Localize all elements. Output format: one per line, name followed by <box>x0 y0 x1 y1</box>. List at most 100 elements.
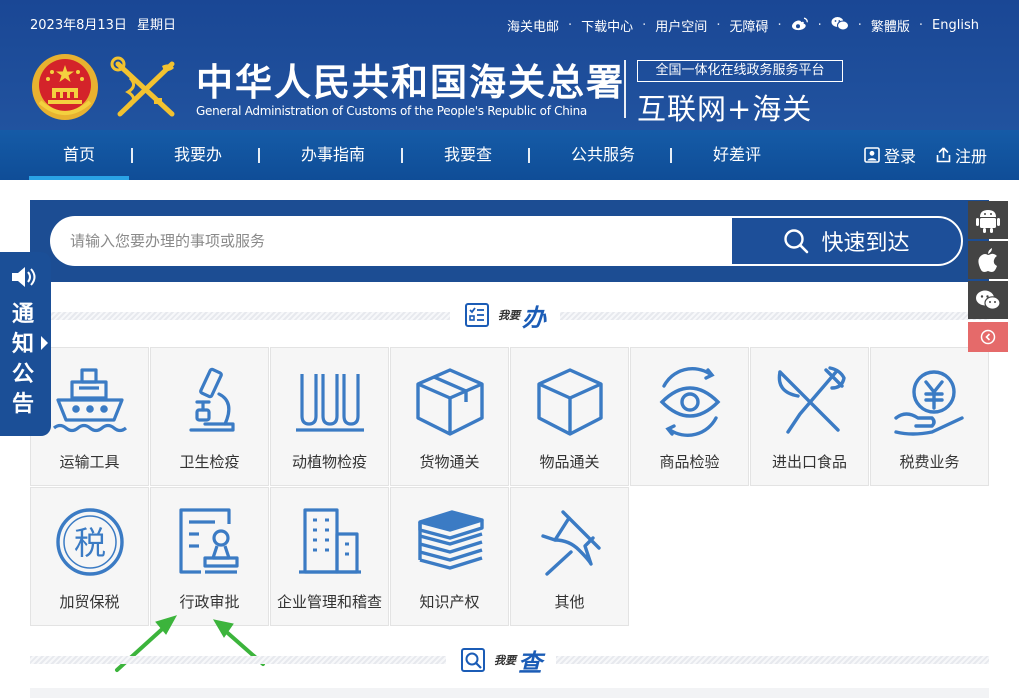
register-label: 注册 <box>955 147 988 166</box>
service-tile-import-export-food[interactable]: 进出口食品 <box>750 347 869 486</box>
platform-name: 互联网+海关 <box>637 92 813 126</box>
service-label: 进出口食品 <box>771 453 847 471</box>
service-tile-commodity-inspection[interactable]: 商品检验 <box>630 347 749 486</box>
service-label: 动植物检疫 <box>291 453 367 471</box>
service-label: 行政审批 <box>179 593 240 611</box>
current-date: 2023年8月13日 星期日 <box>30 14 176 33</box>
section-title-big: 办 <box>522 303 546 332</box>
site-title-cn[interactable]: 中华人民共和国海关总署 <box>196 52 625 106</box>
login-button[interactable]: 登录 <box>864 130 916 180</box>
weibo-icon[interactable] <box>791 17 809 35</box>
ios-app-button[interactable] <box>968 241 1008 279</box>
site-title-en: General Administration of Customs of the… <box>196 104 587 118</box>
login-label: 登录 <box>884 147 917 166</box>
nav-separator <box>670 148 672 163</box>
eye-scan-icon <box>631 366 748 438</box>
customs-logo-icon[interactable] <box>110 56 182 122</box>
user-space-link[interactable]: 用户空间 <box>655 16 707 35</box>
register-button[interactable]: 注册 <box>936 130 987 180</box>
weekday-text: 星期日 <box>137 18 177 33</box>
collapse-float-button[interactable] <box>968 322 1008 352</box>
traditional-chinese-link[interactable]: 繁體版 <box>871 16 910 35</box>
notice-tab[interactable]: 通知公告 <box>0 252 51 436</box>
separator-dot: · <box>716 18 721 33</box>
english-link[interactable]: English <box>932 18 979 33</box>
service-tile-cargo-clearance[interactable]: 货物通关 <box>390 347 509 486</box>
main-nav: 首页 我要办 办事指南 我要查 公共服务 好差评 登录 注册 <box>0 130 1019 180</box>
search-input[interactable] <box>50 216 730 266</box>
section-title-handle: 我要 办 <box>450 299 560 332</box>
nav-handle[interactable]: 我要办 <box>174 130 222 180</box>
nav-separator <box>258 148 260 163</box>
cube-icon <box>511 366 628 438</box>
quick-search-button[interactable]: 快速到达 <box>730 216 963 266</box>
service-tile-intellectual-property[interactable]: 知识产权 <box>390 487 509 626</box>
service-tile-tax-fee[interactable]: 税费业务 <box>870 347 989 486</box>
expand-arrow-icon <box>41 336 48 350</box>
service-tile-health-quarantine[interactable]: 卫生检疫 <box>150 347 269 486</box>
apple-icon <box>978 248 997 272</box>
service-label: 卫生检疫 <box>179 453 240 471</box>
building-icon <box>271 506 388 578</box>
separator-dot: · <box>817 18 822 33</box>
wechat-icon[interactable] <box>831 16 849 35</box>
service-label: 其他 <box>554 593 585 611</box>
service-tile-processing-trade-bonded[interactable]: 税 加贸保税 <box>30 487 149 626</box>
service-tile-animal-plant-quarantine[interactable]: 动植物检疫 <box>270 347 389 486</box>
service-tile-enterprise-management[interactable]: 企业管理和稽查 <box>270 487 389 626</box>
service-label: 企业管理和稽查 <box>276 593 382 611</box>
nav-separator <box>401 148 403 163</box>
microscope-icon <box>151 366 268 438</box>
android-icon <box>976 210 1000 233</box>
service-tile-administrative-approval[interactable]: 行政审批 <box>150 487 269 626</box>
site-header: 2023年8月13日 星期日 海关电邮 · 下载中心 · 用户空间 · 无障碍 … <box>0 0 1019 130</box>
quick-search-label: 快速到达 <box>821 231 910 256</box>
open-box-icon <box>391 366 508 438</box>
svg-text:税: 税 <box>73 524 105 562</box>
accessibility-link[interactable]: 无障碍 <box>729 16 768 35</box>
service-label: 货物通关 <box>419 453 480 471</box>
search-icon <box>784 229 809 254</box>
bottom-strip <box>30 688 989 698</box>
nav-guide[interactable]: 办事指南 <box>301 130 365 180</box>
service-label: 加贸保税 <box>59 593 120 611</box>
test-tubes-icon <box>271 366 388 438</box>
nav-query[interactable]: 我要查 <box>444 130 492 180</box>
service-label: 物品通关 <box>539 453 600 471</box>
checklist-icon <box>465 303 489 327</box>
service-label: 知识产权 <box>419 593 480 611</box>
nav-evaluation[interactable]: 好差评 <box>713 130 761 180</box>
section-title-small: 我要 <box>494 654 516 667</box>
download-center-link[interactable]: 下载中心 <box>581 16 633 35</box>
nav-separator <box>528 148 530 163</box>
national-emblem-icon[interactable] <box>30 52 100 122</box>
service-tile-article-clearance[interactable]: 物品通关 <box>510 347 629 486</box>
speaker-icon <box>12 267 36 287</box>
page: 2023年8月13日 星期日 海关电邮 · 下载中心 · 用户空间 · 无障碍 … <box>0 0 1019 698</box>
separator-dot: · <box>918 18 924 33</box>
android-app-button[interactable] <box>968 201 1008 239</box>
pin-icon <box>511 506 628 578</box>
separator-dot: · <box>568 18 573 33</box>
separator-dot: · <box>642 18 647 33</box>
notice-label: 通知公告 <box>11 302 34 417</box>
nav-home[interactable]: 首页 <box>28 130 130 180</box>
customs-email-link[interactable]: 海关电邮 <box>507 16 559 35</box>
knife-fork-icon <box>751 366 868 438</box>
wechat-qr-button[interactable] <box>968 281 1008 319</box>
search-doc-icon <box>461 648 485 672</box>
nav-public-service[interactable]: 公共服务 <box>571 130 635 180</box>
platform-tag: 全国一体化在线政务服务平台 <box>637 60 843 82</box>
tax-circle-icon: 税 <box>31 506 148 578</box>
search-panel: 快速到达 <box>30 200 989 282</box>
wechat-icon <box>976 290 1001 310</box>
section-title-big: 查 <box>518 648 542 677</box>
back-arrow-icon <box>980 329 996 345</box>
section-title-query: 我要 查 <box>446 644 556 677</box>
service-label: 税费业务 <box>899 453 960 471</box>
date-text: 2023年8月13日 <box>30 18 127 33</box>
approval-stamp-icon <box>151 506 268 578</box>
books-icon <box>391 506 508 578</box>
service-tile-other[interactable]: 其他 <box>510 487 629 626</box>
service-label: 商品检验 <box>659 453 720 471</box>
